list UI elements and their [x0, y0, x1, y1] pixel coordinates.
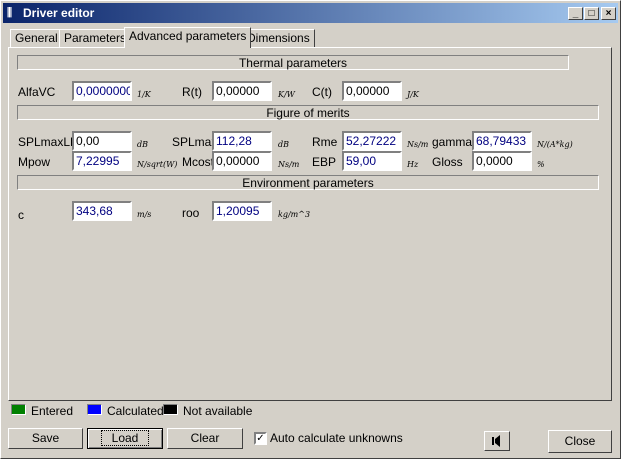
- tab-dimensions[interactable]: Dimensions: [242, 29, 315, 47]
- close-button[interactable]: Close: [548, 430, 612, 453]
- minimize-icon[interactable]: _: [568, 7, 583, 20]
- tab-parameters[interactable]: Parameters: [59, 29, 132, 47]
- ebp-label: EBP: [312, 155, 337, 169]
- splmaxlf-unit: dB: [137, 140, 148, 149]
- auto-calc-checkbox[interactable]: ✓: [254, 432, 267, 445]
- roo-label: roo: [182, 206, 200, 220]
- mcost-unit: Ns/m: [278, 160, 300, 169]
- auto-calc-label[interactable]: Auto calculate unknowns: [270, 431, 403, 445]
- alfavc-field[interactable]: 0,0000000: [72, 81, 132, 101]
- gloss-field[interactable]: 0,0000: [472, 151, 532, 171]
- save-button[interactable]: Save: [8, 428, 83, 449]
- ct-unit: J/K: [407, 90, 419, 99]
- rt-field[interactable]: 0,00000: [212, 81, 272, 101]
- gloss-label: Gloss: [432, 155, 463, 169]
- gamma-label: gamma: [432, 135, 473, 149]
- rt-unit: K/W: [278, 90, 295, 99]
- mpow-unit: N/sqrt(W): [137, 160, 178, 169]
- app-icon: ⫼: [7, 7, 13, 19]
- mpow-field[interactable]: 7,22995: [72, 151, 132, 171]
- ebp-unit: Hz: [407, 160, 419, 169]
- rt-label: R(t): [182, 85, 202, 99]
- c-field[interactable]: 343,68: [72, 201, 132, 221]
- maximize-icon[interactable]: □: [584, 7, 599, 20]
- section-figure-of-merits: Figure of merits: [17, 105, 599, 120]
- legend-entered-swatch: [11, 404, 26, 415]
- gamma-unit: N/(A*kg): [537, 140, 573, 149]
- close-icon[interactable]: ×: [601, 7, 616, 20]
- rme-field[interactable]: 52,27222: [342, 131, 402, 151]
- mpow-label: Mpow: [18, 155, 51, 169]
- splmax-label: SPLmax: [172, 135, 218, 149]
- window-title: Driver editor: [23, 6, 95, 20]
- splmax-field[interactable]: 112,28: [212, 131, 272, 151]
- speaker-icon[interactable]: [484, 431, 510, 451]
- tab-advanced-parameters[interactable]: Advanced parameters: [124, 27, 252, 48]
- title-bar[interactable]: ⫼ Driver editor _ □ ×: [3, 3, 618, 23]
- legend-not-available-swatch: [163, 404, 178, 415]
- ebp-field[interactable]: 59,00: [342, 151, 402, 171]
- alfavc-label: AlfaVC: [18, 85, 56, 99]
- ct-label: C(t): [312, 85, 332, 99]
- gamma-field[interactable]: 68,79433: [472, 131, 532, 151]
- alfavc-unit: 1/K: [137, 90, 151, 99]
- legend-calculated-swatch: [87, 404, 102, 415]
- rme-label: Rme: [312, 135, 338, 149]
- mcost-label: Mcost: [182, 155, 215, 169]
- legend-not-available-label: Not available: [183, 404, 253, 418]
- section-thermal: Thermal parameters: [17, 55, 569, 70]
- clear-button[interactable]: Clear: [167, 428, 243, 449]
- section-environment: Environment parameters: [17, 175, 599, 190]
- gloss-unit: %: [537, 160, 545, 169]
- legend-entered-label: Entered: [31, 404, 74, 418]
- c-unit: m/s: [137, 210, 152, 219]
- splmaxlf-label: SPLmaxLF: [18, 135, 78, 149]
- c-label: c: [18, 208, 24, 222]
- splmaxlf-field[interactable]: 0,00: [72, 131, 132, 151]
- speaker-glyph-icon: [492, 435, 500, 447]
- mcost-field[interactable]: 0,00000: [212, 151, 272, 171]
- tab-general[interactable]: General: [10, 29, 63, 47]
- load-button[interactable]: Load: [87, 428, 163, 449]
- splmax-unit: dB: [278, 140, 289, 149]
- legend-calculated-label: Calculated: [107, 404, 164, 418]
- load-button-label: Load: [100, 430, 150, 446]
- roo-unit: kg/m^3: [278, 210, 311, 219]
- rme-unit: Ns/m: [407, 140, 429, 149]
- ct-field[interactable]: 0,00000: [342, 81, 402, 101]
- roo-field[interactable]: 1,20095: [212, 201, 272, 221]
